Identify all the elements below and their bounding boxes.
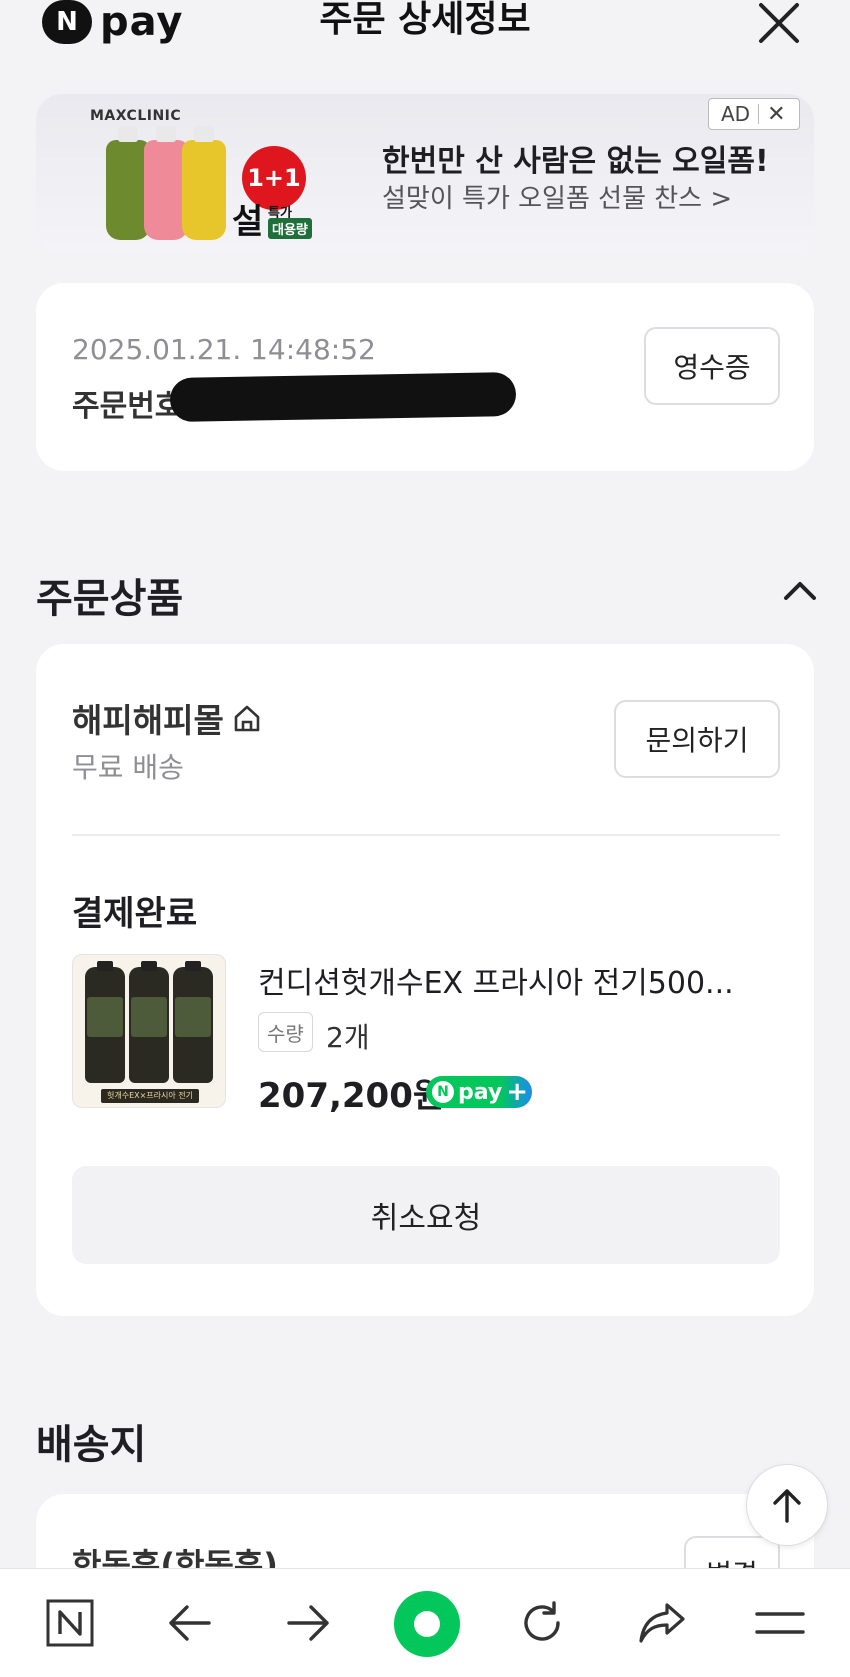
close-icon[interactable] (758, 2, 800, 44)
npay-badge-letter: N (432, 1081, 454, 1103)
npay-badge-plus: + (506, 1077, 529, 1107)
store-name-text: 해피해피몰 (72, 701, 224, 740)
promo-badge-big: 설 (232, 202, 264, 242)
product-name[interactable]: 컨디션헛개수EX 프라시아 전기500... (258, 958, 778, 1002)
quantity-value: 2개 (326, 1021, 370, 1054)
menu-icon[interactable] (752, 1595, 808, 1651)
forward-arrow-icon[interactable] (280, 1595, 336, 1651)
order-status: 결제완료 (72, 894, 198, 934)
ad-label-text: AD (709, 104, 760, 124)
product-thumbnail[interactable]: 헛개수EX×프라시아 전기 (72, 954, 226, 1108)
arrow-up-icon (773, 1489, 801, 1523)
npay-badge-text: pay (458, 1079, 503, 1105)
chevron-up-icon[interactable] (782, 578, 818, 602)
store-home-icon (232, 703, 262, 733)
bottom-nav-bar (0, 1568, 850, 1677)
npay-plus-badge: N pay + (426, 1076, 532, 1108)
back-arrow-icon[interactable] (162, 1595, 218, 1651)
ad-title[interactable]: 한번만 산 사람은 없는 오일폼! (382, 136, 769, 180)
ad-subtitle[interactable]: 설맞이 특가 오일폼 선물 찬스 > (382, 178, 732, 215)
refresh-icon[interactable] (514, 1595, 570, 1651)
top-header: N pay 주문 상세정보 (0, 0, 850, 60)
divider (72, 834, 780, 836)
ad-brand: MAXCLINIC (90, 108, 182, 124)
redaction-mark (169, 371, 517, 423)
shipping-info: 무료 배송 (72, 751, 184, 784)
products-section-title: 주문상품 (36, 576, 184, 622)
share-icon[interactable] (634, 1595, 690, 1651)
scroll-to-top-button[interactable] (746, 1464, 828, 1546)
promo-tag-bottom: 대용량 (268, 218, 312, 239)
home-icon[interactable] (394, 1591, 460, 1657)
n-icon[interactable] (42, 1595, 98, 1651)
product-price: 207,200원 (258, 1076, 445, 1116)
page-title: 주문 상세정보 (319, 0, 531, 40)
ad-banner[interactable]: MAXCLINIC 1+1 설 특가 대용량 한번만 산 사람은 없는 오일폼!… (36, 94, 814, 254)
order-number-label: 주문번호 (72, 389, 183, 424)
ad-label: AD ✕ (708, 98, 800, 130)
inquiry-button[interactable]: 문의하기 (614, 700, 780, 778)
thumbnail-caption: 헛개수EX×프라시아 전기 (101, 1089, 199, 1103)
address-section-title: 배송지 (36, 1422, 147, 1468)
product-bottle-image (182, 126, 226, 240)
cancel-request-button[interactable]: 취소요청 (72, 1166, 780, 1264)
order-datetime: 2025.01.21. 14:48:52 (72, 333, 376, 366)
store-name[interactable]: 해피해피몰 (72, 694, 262, 742)
order-info-card: 2025.01.21. 14:48:52 주문번호 영수증 (36, 283, 814, 471)
receipt-button[interactable]: 영수증 (644, 327, 780, 405)
product-card: 해피해피몰 무료 배송 문의하기 결제완료 헛개수EX×프라시아 전기 컨디션헛… (36, 644, 814, 1316)
ad-close-icon[interactable]: ✕ (759, 102, 785, 127)
quantity-label: 수량 (258, 1012, 313, 1052)
